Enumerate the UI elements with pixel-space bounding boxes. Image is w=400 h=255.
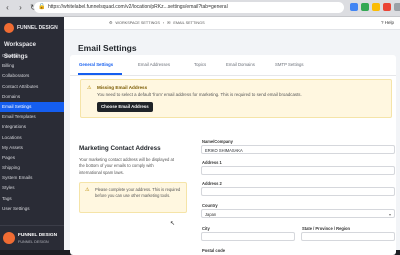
city-input[interactable] [201, 232, 295, 241]
sidebar-item-general[interactable]: General [0, 51, 64, 61]
alert-title: Missing Email Address [97, 85, 148, 90]
brand-logo-icon [4, 23, 14, 33]
state-label: State / Province / Region [302, 226, 350, 231]
breadcrumb: ⚙ WORKSPACE SETTINGS › ✉ EMAIL SETTINGS [109, 20, 205, 26]
extension-icon[interactable] [361, 3, 369, 11]
active-tab-indicator [78, 73, 122, 75]
country-select[interactable]: Japan ▾ [201, 209, 395, 218]
url-text: https://whitelabel.funnelsquad.com/v2/lo… [48, 4, 228, 10]
address1-label: Address 1 [202, 160, 222, 165]
sidebar-item-user-settings[interactable]: User Settings [0, 204, 64, 214]
address2-label: Address 2 [202, 181, 222, 186]
tab-email-addresses[interactable]: Email Addresses [138, 62, 170, 67]
help-label: Help [384, 20, 394, 25]
address-bar[interactable]: 🔒 https://whitelabel.funnelsquad.com/v2/… [34, 2, 344, 13]
extension-icon[interactable] [350, 3, 358, 11]
sidebar-item-my-assets[interactable]: My Assets [0, 143, 64, 153]
warning-icon: ⚠ [85, 187, 90, 193]
sidebar-item-email-settings[interactable]: Email Settings [0, 101, 64, 113]
sidebar-item-system-emails[interactable]: System Emails [0, 173, 64, 183]
breadcrumb-separator: › [162, 20, 165, 25]
account-name: FUNNEL DESIGN [18, 233, 58, 238]
sidebar-item-shipping[interactable]: Shipping [0, 163, 64, 173]
extensions [350, 3, 400, 11]
chevron-down-icon: ▾ [388, 212, 391, 217]
gear-icon: ⚙ [109, 21, 113, 25]
page-title: Email Settings [78, 43, 137, 53]
settings-card: General Settings Email Addresses Topics … [70, 55, 396, 255]
extension-icon[interactable] [372, 3, 380, 11]
top-bar: ⚙ WORKSPACE SETTINGS › ✉ EMAIL SETTINGS … [64, 17, 400, 30]
account-sub: FUNNEL DESIGN [18, 240, 49, 244]
profile-icon[interactable] [394, 3, 400, 11]
extension-icon[interactable] [383, 3, 391, 11]
tab-general-settings[interactable]: General Settings [79, 62, 113, 67]
sidebar-item-billing[interactable]: Billing [0, 61, 64, 71]
complete-address-note: ⚠ Please complete your address. This is … [79, 182, 187, 213]
brand[interactable]: FUNNEL DESIGN [0, 17, 64, 39]
sidebar-item-collaborators[interactable]: Collaborators [0, 71, 64, 81]
tabs: General Settings Email Addresses Topics … [70, 55, 396, 76]
breadcrumb-workspace[interactable]: WORKSPACE SETTINGS [115, 21, 159, 25]
mail-icon: ✉ [167, 21, 171, 25]
browser-toolbar: ‹ › ↻ 🔒 https://whitelabel.funnelsquad.c… [0, 0, 400, 17]
sidebar-item-locations[interactable]: Locations [0, 133, 64, 143]
section-description: Your marketing contact address will be d… [79, 157, 175, 175]
section-title: Marketing Contact Address [79, 145, 161, 152]
browser-nav: ‹ › ↻ [3, 3, 38, 12]
help-icon: ? [380, 20, 384, 25]
postal-code-label: Postal code [202, 248, 225, 253]
back-icon[interactable]: ‹ [3, 3, 12, 12]
missing-email-alert: ⚠ Missing Email Address You need to sele… [80, 79, 392, 118]
name-company-value: ERIKO SHIMASAKA [205, 148, 243, 153]
country-value: Japan [205, 212, 217, 217]
address2-input[interactable] [201, 187, 395, 196]
country-label: Country [202, 203, 218, 208]
note-text: Please complete your address. This is re… [95, 187, 181, 198]
sidebar-items: General Billing Collaborators Contact At… [0, 51, 64, 214]
choose-email-address-button[interactable]: Choose Email Address [97, 102, 153, 112]
tab-email-domains[interactable]: Email Domains [226, 62, 255, 67]
name-company-input[interactable]: ERIKO SHIMASAKA [201, 145, 395, 154]
sidebar-item-email-templates[interactable]: Email Templates [0, 112, 64, 122]
sidebar: FUNNEL DESIGN Workspace Settings General… [0, 17, 64, 250]
help-button[interactable]: ? Help [381, 20, 394, 25]
sidebar-section-title: Workspace Settings [4, 42, 36, 60]
main-content: ⚙ WORKSPACE SETTINGS › ✉ EMAIL SETTINGS … [64, 17, 400, 255]
alert-description: You need to select a default 'from' emai… [97, 92, 302, 97]
avatar [3, 232, 15, 244]
address1-input[interactable] [201, 166, 395, 175]
sidebar-item-tags[interactable]: Tags [0, 194, 64, 204]
mouse-cursor-icon: ↖ [170, 221, 176, 227]
name-company-label: Name/Company [202, 139, 233, 144]
sidebar-item-contact-attributes[interactable]: Contact Attributes [0, 82, 64, 92]
brand-name: FUNNEL DESIGN [17, 25, 58, 31]
sidebar-item-domains[interactable]: Domains [0, 92, 64, 102]
forward-icon[interactable]: › [16, 3, 25, 12]
city-label: City [202, 226, 210, 231]
state-input[interactable] [301, 232, 395, 241]
tab-topics[interactable]: Topics [194, 62, 206, 67]
sidebar-item-styles[interactable]: Styles [0, 183, 64, 193]
warning-icon: ⚠ [87, 85, 92, 91]
lock-icon: 🔒 [38, 4, 46, 10]
account-switcher[interactable]: FUNNEL DESIGN FUNNEL DESIGN [0, 225, 64, 250]
sidebar-item-pages[interactable]: Pages [0, 153, 64, 163]
breadcrumb-email[interactable]: EMAIL SETTINGS [173, 21, 204, 25]
sidebar-item-integrations[interactable]: Integrations [0, 122, 64, 132]
tab-smtp-settings[interactable]: SMTP Settings [275, 62, 304, 67]
